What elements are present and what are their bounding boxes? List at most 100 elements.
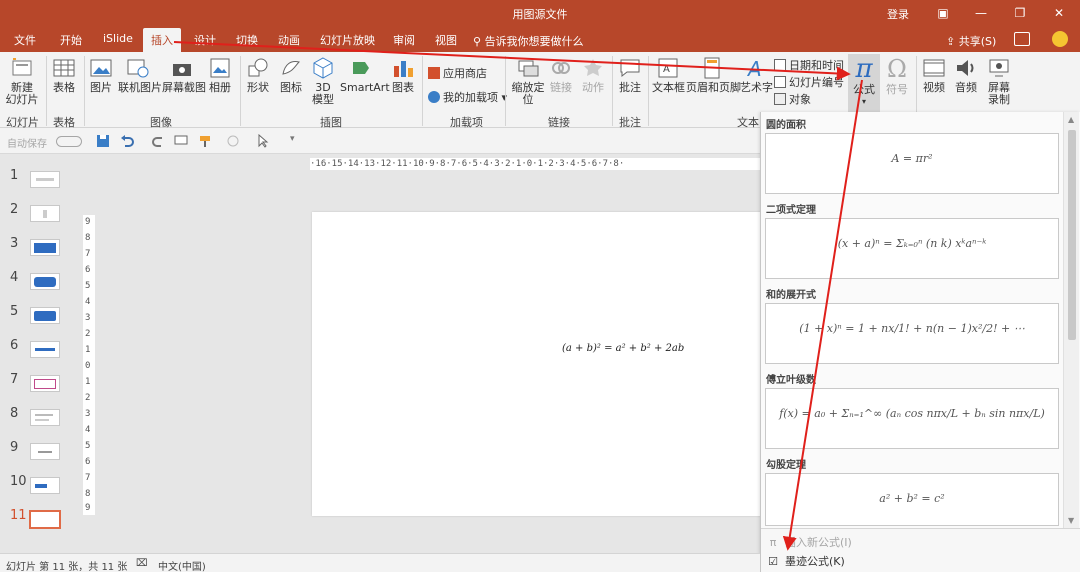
tab-review[interactable]: 审阅 (393, 32, 415, 48)
presentation-icon[interactable] (174, 134, 188, 148)
slide-thumbnail-1[interactable] (30, 171, 60, 188)
equation-card-binomial[interactable]: (x + a)ⁿ = Σₖ₌₀ⁿ (n k) xᵏaⁿ⁻ᵏ (765, 218, 1059, 279)
my-addins-button[interactable]: 我的加载项 ▾ (428, 89, 507, 105)
slide-thumbnail-7[interactable] (30, 375, 60, 392)
close-button[interactable]: ✕ (1044, 2, 1074, 24)
comment-button[interactable]: 批注 (616, 56, 644, 94)
gallery-scrollbar[interactable]: ▲ ▼ (1063, 112, 1079, 528)
restore-button[interactable]: ❐ (1005, 2, 1035, 24)
screen-record-button[interactable]: 屏幕 录制 (984, 56, 1014, 106)
tab-islide[interactable]: iSlide (103, 32, 133, 45)
chart-button[interactable]: 图表 (390, 56, 416, 94)
slide-thumbnail-3[interactable] (30, 239, 60, 256)
shapes-button[interactable]: 形状 (244, 56, 272, 94)
album-button[interactable]: 相册 (206, 56, 234, 94)
slide-thumbnail-10[interactable] (30, 477, 60, 494)
group-divider (46, 56, 47, 126)
ink-equation-item[interactable]: ☑ 墨迹公式(K) (767, 553, 845, 569)
slide-thumbnail-9[interactable] (30, 443, 60, 460)
tab-file[interactable]: 文件 (14, 32, 36, 48)
insert-new-equation-item[interactable]: π 插入新公式(I) (767, 534, 852, 550)
store-button[interactable]: 应用商店 (428, 65, 487, 81)
video-button[interactable]: 视频 (920, 56, 948, 94)
audio-button[interactable]: 音频 (952, 56, 980, 94)
feedback-smiley-icon[interactable] (1052, 31, 1068, 47)
slide-thumbnail-4[interactable] (30, 273, 60, 290)
action-button[interactable]: 动作 (580, 56, 606, 94)
current-slide[interactable]: (a + b)² = a² + b² + 2ab (312, 212, 760, 516)
scroll-up-arrow-icon[interactable]: ▲ (1068, 115, 1074, 124)
wordart-icon: A (746, 57, 762, 80)
minimize-button[interactable]: — (966, 2, 996, 24)
thumbnail-number: 1 (10, 168, 19, 183)
thumbnail-number: 4 (10, 270, 19, 285)
select-pointer-icon[interactable] (256, 134, 270, 148)
new-slide-button[interactable]: 新建 幻灯片 (4, 56, 40, 106)
tab-design[interactable]: 设计 (194, 32, 216, 48)
login-link[interactable]: 登录 (887, 6, 909, 22)
slide-thumbnail-2[interactable] (30, 205, 60, 222)
tab-view[interactable]: 视图 (435, 32, 457, 48)
redo-icon[interactable] (152, 134, 166, 148)
language-indicator[interactable]: 中文(中国) (158, 558, 206, 572)
comment-icon (620, 59, 640, 78)
format-painter-icon[interactable] (198, 134, 212, 148)
slide-thumbnail-6[interactable] (30, 341, 60, 358)
header-footer-button[interactable]: 页眉和页脚 (686, 56, 741, 94)
scrollbar-thumb[interactable] (1068, 130, 1076, 340)
thumbnail-number: 10 (10, 474, 27, 489)
slide-number-button[interactable]: 幻灯片编号 (774, 74, 844, 90)
slide-equation[interactable]: (a + b)² = a² + b² + 2ab (562, 343, 684, 354)
zoom-button[interactable]: 缩放定 位 (510, 56, 546, 106)
textbox-icon: A (658, 58, 678, 78)
action-star-icon (584, 59, 602, 76)
equation-card-sum-expansion[interactable]: (1 + x)ⁿ = 1 + nx/1! + n(n − 1)x²/2! + ⋯ (765, 303, 1059, 364)
slide-thumbnail-pane: 1 2 3 4 5 6 7 8 9 10 11 (0, 155, 78, 553)
slide-thumbnail-11[interactable] (29, 510, 61, 529)
screenshot-button[interactable]: 屏幕截图 (162, 56, 206, 94)
undo-icon[interactable] (120, 134, 134, 148)
thumbnail-number: 3 (10, 236, 19, 251)
share-button[interactable]: ⇪ 共享(S) (946, 33, 996, 49)
shapes-quick-icon[interactable] (226, 134, 240, 148)
spellcheck-icon[interactable]: ⌧ (136, 558, 148, 569)
icons-button[interactable]: 图标 (277, 56, 305, 94)
pi-icon: π (855, 54, 873, 84)
scroll-down-arrow-icon[interactable]: ▼ (1068, 516, 1074, 525)
calendar-icon (774, 59, 786, 71)
online-picture-button[interactable]: 联机图片 (118, 56, 162, 94)
customize-qat-icon[interactable]: ▾ (290, 134, 304, 148)
tab-home[interactable]: 开始 (60, 32, 82, 48)
equation-card-fourier[interactable]: f(x) = a₀ + Σₙ₌₁^∞ (aₙ cos nπx/L + bₙ si… (765, 388, 1059, 449)
equation-card-circle-area[interactable]: A = πr² (765, 133, 1059, 194)
tab-animations[interactable]: 动画 (278, 32, 300, 48)
thumbnail-number: 8 (10, 406, 19, 421)
comments-icon[interactable] (1014, 32, 1030, 46)
slide-editor: ·16·15·14·13·12·11·10·9·8·7·6·5·4·3·2·1·… (78, 155, 760, 553)
tab-transitions[interactable]: 切换 (236, 32, 258, 48)
picture-button[interactable]: 图片 (88, 56, 114, 94)
equation-button[interactable]: π 公式 ▾ (848, 54, 880, 112)
equation-text: a² + b² = c² (879, 492, 945, 505)
textbox-button[interactable]: A 文本框 (652, 56, 685, 94)
save-icon[interactable] (96, 134, 110, 148)
gallery-section-title: 傅立叶级数 (766, 375, 816, 386)
vertical-ruler: 9 8 7 6 5 4 3 2 1 0 1 2 3 4 5 6 7 8 9 (83, 215, 95, 515)
link-button[interactable]: 链接 (548, 56, 574, 94)
equation-card-pythagorean[interactable]: a² + b² = c² (765, 473, 1059, 526)
object-button[interactable]: 对象 (774, 91, 811, 107)
smartart-button[interactable]: SmartArt (340, 56, 390, 94)
symbol-button[interactable]: Ω 符号 (882, 54, 912, 96)
tab-slideshow[interactable]: 幻灯片放映 (320, 32, 375, 48)
table-icon (53, 59, 75, 77)
ribbon-display-options-icon[interactable]: ▣ (928, 2, 958, 24)
slide-thumbnail-8[interactable] (30, 409, 60, 426)
table-button[interactable]: 表格 (50, 56, 78, 94)
datetime-button[interactable]: 日期和时间 (774, 57, 844, 73)
autosave-toggle[interactable] (56, 136, 82, 147)
slide-thumbnail-5[interactable] (30, 307, 60, 324)
tab-insert[interactable]: 插入 (143, 28, 181, 52)
tell-me-search[interactable]: ⚲ 告诉我你想要做什么 (473, 33, 584, 49)
3d-model-button[interactable]: 3D 模型 (310, 56, 336, 106)
wordart-button[interactable]: A 艺术字 (740, 56, 773, 94)
